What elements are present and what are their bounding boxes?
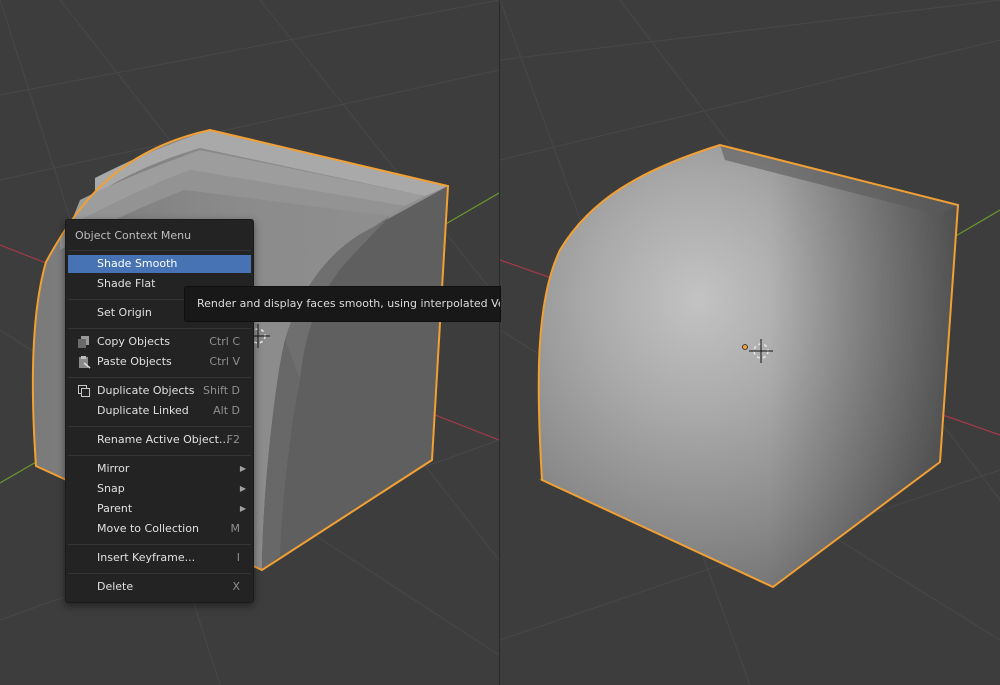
smooth-shaded-cube[interactable]	[537, 143, 960, 589]
menu-item-shortcut: Alt D	[213, 404, 240, 417]
menu-item-label: Mirror	[97, 462, 130, 475]
tooltip-text: Render and display faces smooth, using i…	[197, 297, 500, 310]
copy-icon	[78, 336, 89, 348]
menu-item-shortcut: Ctrl C	[209, 335, 240, 348]
menu-item-label: Rename Active Object...	[97, 433, 230, 446]
menu-item-label: Duplicate Linked	[97, 404, 189, 417]
menu-item-shortcut: I	[236, 551, 240, 564]
menu-item-label: Delete	[97, 580, 134, 593]
menu-item-delete[interactable]: Delete X	[68, 578, 251, 596]
menu-item-shortcut: X	[232, 580, 240, 593]
menu-item-duplicate-linked[interactable]: Duplicate Linked Alt D	[68, 402, 251, 420]
menu-item-snap[interactable]: Snap ▶	[68, 480, 251, 498]
menu-separator	[68, 426, 251, 427]
menu-item-label: Duplicate Objects	[97, 384, 195, 397]
menu-item-shortcut: Shift D	[203, 384, 240, 397]
menu-separator	[68, 544, 251, 545]
shade-smooth-tooltip: Render and display faces smooth, using i…	[184, 286, 501, 322]
menu-separator	[68, 250, 251, 251]
menu-item-paste-objects[interactable]: Paste Objects Ctrl V	[68, 353, 251, 371]
menu-separator	[68, 455, 251, 456]
menu-item-label: Paste Objects	[97, 355, 172, 368]
submenu-arrow-icon: ▶	[239, 484, 246, 493]
menu-separator	[68, 328, 251, 329]
menu-item-duplicate-objects[interactable]: Duplicate Objects Shift D	[68, 382, 251, 400]
menu-item-shortcut: Ctrl V	[209, 355, 240, 368]
menu-item-shortcut: F2	[226, 433, 240, 446]
right-3d-viewport[interactable]	[500, 0, 1000, 685]
menu-separator	[68, 377, 251, 378]
menu-item-label: Parent	[97, 502, 133, 515]
menu-item-label: Insert Keyframe...	[97, 551, 196, 564]
submenu-arrow-icon: ▶	[239, 464, 246, 473]
menu-item-label: Shade Flat	[97, 277, 156, 290]
menu-item-insert-keyframe[interactable]: Insert Keyframe... I	[68, 549, 251, 567]
menu-item-label: Move to Collection	[97, 522, 199, 535]
object-context-menu: Object Context Menu Shade Smooth Shade F…	[65, 219, 254, 603]
menu-item-shade-smooth[interactable]: Shade Smooth	[68, 255, 251, 273]
menu-item-label: Copy Objects	[97, 335, 170, 348]
menu-separator	[68, 573, 251, 574]
menu-item-move-to-collection[interactable]: Move to Collection M	[68, 520, 251, 538]
paste-icon	[79, 356, 91, 369]
menu-item-label: Snap	[97, 482, 125, 495]
menu-item-label: Set Origin	[97, 306, 152, 319]
duplicate-icon	[78, 385, 90, 397]
menu-item-rename-active-object[interactable]: Rename Active Object... F2	[68, 431, 251, 449]
menu-title: Object Context Menu	[75, 229, 192, 242]
menu-item-parent[interactable]: Parent ▶	[68, 500, 251, 518]
menu-item-copy-objects[interactable]: Copy Objects Ctrl C	[68, 333, 251, 351]
submenu-arrow-icon: ▶	[239, 504, 246, 513]
menu-item-shortcut: M	[230, 522, 241, 535]
menu-item-mirror[interactable]: Mirror ▶	[68, 460, 251, 478]
menu-item-label: Shade Smooth	[97, 257, 178, 270]
